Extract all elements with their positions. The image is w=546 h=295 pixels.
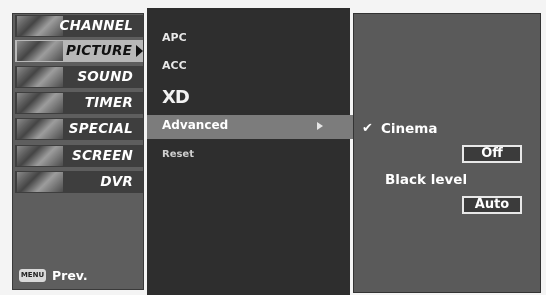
category-label: CHANNEL <box>59 18 133 34</box>
category-picture[interactable]: PICTURE <box>15 40 143 62</box>
category-label: TIMER <box>84 95 133 111</box>
category-timer[interactable]: TIMER <box>15 92 143 114</box>
screen-thumb-icon <box>17 146 63 166</box>
cinema-value-box[interactable]: Off <box>462 145 522 163</box>
check-icon: ✔ <box>362 121 373 136</box>
category-label: SPECIAL <box>68 121 133 137</box>
submenu-item-reset[interactable]: Reset <box>162 149 194 160</box>
submenu-item-apc[interactable]: APC <box>162 31 187 44</box>
submenu-item-advanced[interactable]: Advanced <box>162 118 228 132</box>
dvr-thumb-icon <box>17 172 63 192</box>
category-label: SOUND <box>77 69 133 85</box>
black-level-value-box[interactable]: Auto <box>462 196 522 214</box>
timer-thumb-icon <box>17 93 63 113</box>
sound-thumb-icon <box>17 67 63 87</box>
submenu-arrow-icon <box>317 122 323 130</box>
category-label: SCREEN <box>72 148 133 164</box>
menu-key-icon: MENU <box>19 269 46 282</box>
category-channel[interactable]: CHANNEL <box>15 15 143 37</box>
channel-thumb-icon <box>17 16 63 36</box>
category-label: PICTURE <box>65 43 132 59</box>
category-dvr[interactable]: DVR <box>15 171 143 193</box>
category-screen[interactable]: SCREEN <box>15 145 143 167</box>
category-menu: CHANNEL PICTURE SOUND TIMER SPECIAL SCRE… <box>12 13 144 290</box>
category-label: DVR <box>100 174 133 190</box>
black-level-label: Black level <box>385 172 468 188</box>
cinema-label: Cinema <box>381 121 438 137</box>
submenu-item-xd[interactable]: XD <box>162 87 190 108</box>
submenu-item-acc[interactable]: ACC <box>162 59 187 72</box>
tv-menu-screen: CHANNEL PICTURE SOUND TIMER SPECIAL SCRE… <box>0 0 546 295</box>
selected-arrow-icon <box>136 45 143 57</box>
prev-label: Prev. <box>52 268 88 283</box>
picture-thumb-icon <box>17 41 63 61</box>
prev-hint[interactable]: MENU Prev. <box>19 267 129 285</box>
advanced-options: ✔ Cinema Off Black level Auto <box>353 13 541 293</box>
category-special[interactable]: SPECIAL <box>15 118 143 140</box>
picture-submenu: APC ACC XD Advanced Reset <box>147 8 356 295</box>
special-thumb-icon <box>17 119 63 139</box>
category-sound[interactable]: SOUND <box>15 66 143 88</box>
